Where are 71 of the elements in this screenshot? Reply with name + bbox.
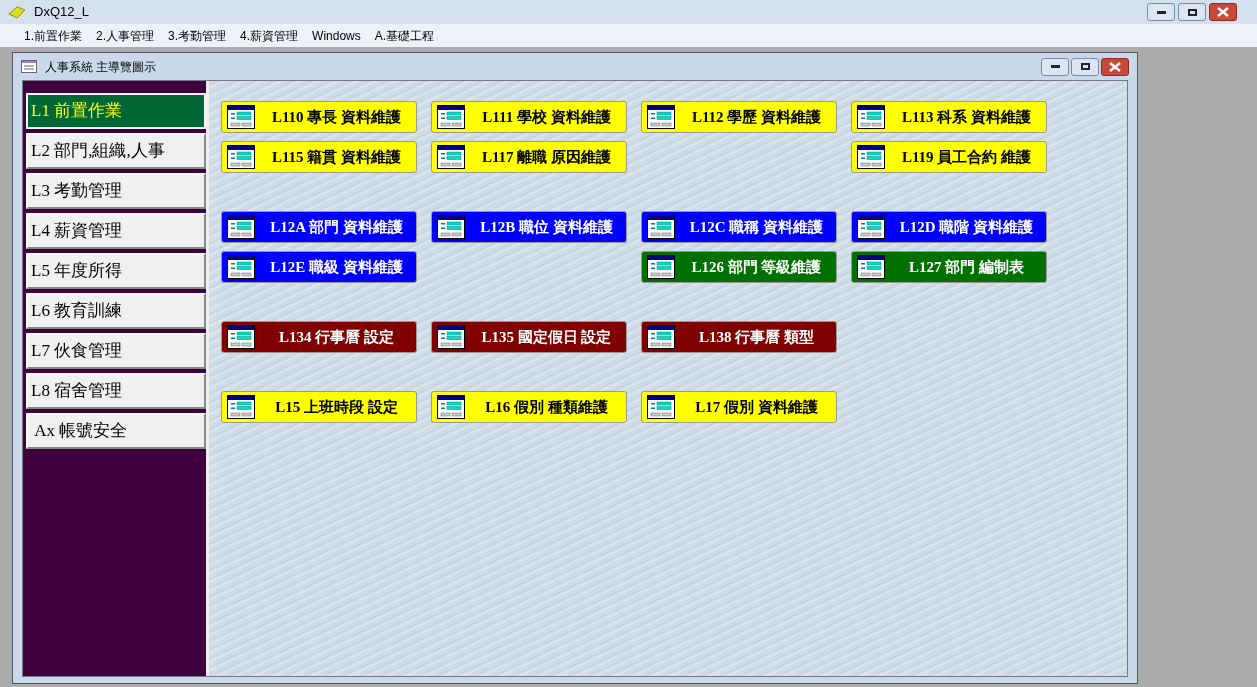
menu-item[interactable]: 3.考勤管理: [168, 26, 227, 45]
form-icon: [437, 325, 465, 349]
form-icon: [857, 255, 885, 279]
minimize-button[interactable]: [1147, 3, 1175, 21]
module-button[interactable]: L110 專長 資料維護: [221, 101, 417, 133]
form-icon: [227, 325, 255, 349]
module-button[interactable]: L134 行事曆 設定: [221, 321, 417, 353]
child-window-title: 人事系統 主導覽圖示: [45, 58, 157, 76]
module-button[interactable]: L127 部門 編制表: [851, 251, 1047, 283]
module-button[interactable]: L113 科系 資料維護: [851, 101, 1047, 133]
module-button[interactable]: L17 假別 資料維護: [641, 391, 837, 423]
form-icon: [227, 105, 255, 129]
form-icon: [21, 60, 37, 73]
close-button[interactable]: [1101, 57, 1129, 76]
form-icon: [437, 145, 465, 169]
form-icon: [857, 145, 885, 169]
sidebar-item[interactable]: L2 部門,組織,人事: [26, 133, 206, 169]
sidebar-item[interactable]: L5 年度所得: [26, 253, 206, 289]
module-button[interactable]: L12C 職稱 資料維護: [641, 211, 837, 243]
menu-item[interactable]: 4.薪資管理: [240, 26, 299, 45]
sidebar-item[interactable]: L8 宿舍管理: [26, 373, 206, 409]
sidebar-item[interactable]: L3 考勤管理: [26, 173, 206, 209]
close-icon: [1109, 61, 1121, 72]
module-button[interactable]: L15 上班時段 設定: [221, 391, 417, 423]
maximize-icon: [1187, 8, 1197, 16]
maximize-icon: [1080, 63, 1090, 70]
module-button[interactable]: L12A 部門 資料維護: [221, 211, 417, 243]
form-icon: [857, 215, 885, 239]
form-icon: [647, 215, 675, 239]
module-button[interactable]: L12D 職階 資料維護: [851, 211, 1047, 243]
maximize-button[interactable]: [1071, 57, 1099, 76]
sidebar-item[interactable]: L6 教育訓練: [26, 293, 206, 329]
window-title: DxQ12_L: [34, 3, 89, 22]
form-icon: [437, 215, 465, 239]
minimize-button[interactable]: [1041, 57, 1069, 76]
module-button[interactable]: L112 學歷 資料維護: [641, 101, 837, 133]
form-icon: [437, 105, 465, 129]
menu-item[interactable]: 2.人事管理: [96, 26, 155, 45]
minimize-icon: [1156, 10, 1166, 14]
form-icon: [227, 255, 255, 279]
maximize-button[interactable]: [1178, 3, 1206, 21]
minimize-icon: [1050, 65, 1060, 68]
module-button[interactable]: L135 國定假日 設定: [431, 321, 627, 353]
close-icon: [1217, 7, 1229, 17]
module-button[interactable]: L138 行事曆 類型: [641, 321, 837, 353]
module-button[interactable]: L16 假別 種類維護: [431, 391, 627, 423]
sidebar-item[interactable]: L7 伙食管理: [26, 333, 206, 369]
module-button[interactable]: L111 學校 資料維護: [431, 101, 627, 133]
form-icon: [227, 145, 255, 169]
menu-item[interactable]: A.基礎工程: [374, 26, 435, 45]
form-icon: [437, 395, 465, 419]
sidebar-item[interactable]: L4 薪資管理: [26, 213, 206, 249]
sidebar-item[interactable]: Ax 帳號安全: [26, 413, 206, 449]
module-button[interactable]: L12E 職級 資料維護: [221, 251, 417, 283]
sidebar-item[interactable]: L1 前置作業: [26, 93, 206, 129]
module-button[interactable]: L115 籍貫 資料維護: [221, 141, 417, 173]
book-icon: [8, 5, 26, 19]
form-icon: [647, 395, 675, 419]
menu-item[interactable]: 1.前置作業: [24, 26, 82, 45]
form-icon: [647, 255, 675, 279]
close-button[interactable]: [1209, 3, 1237, 21]
form-icon: [647, 325, 675, 349]
module-button[interactable]: L119 員工合約 維護: [851, 141, 1047, 173]
menu-item[interactable]: Windows: [312, 26, 361, 45]
module-button[interactable]: L117 離職 原因維護: [431, 141, 627, 173]
module-button[interactable]: L126 部門 等級維護: [641, 251, 837, 283]
form-icon: [227, 395, 255, 419]
module-button[interactable]: L12B 職位 資料維護: [431, 211, 627, 243]
form-icon: [647, 105, 675, 129]
form-icon: [857, 105, 885, 129]
form-icon: [227, 215, 255, 239]
